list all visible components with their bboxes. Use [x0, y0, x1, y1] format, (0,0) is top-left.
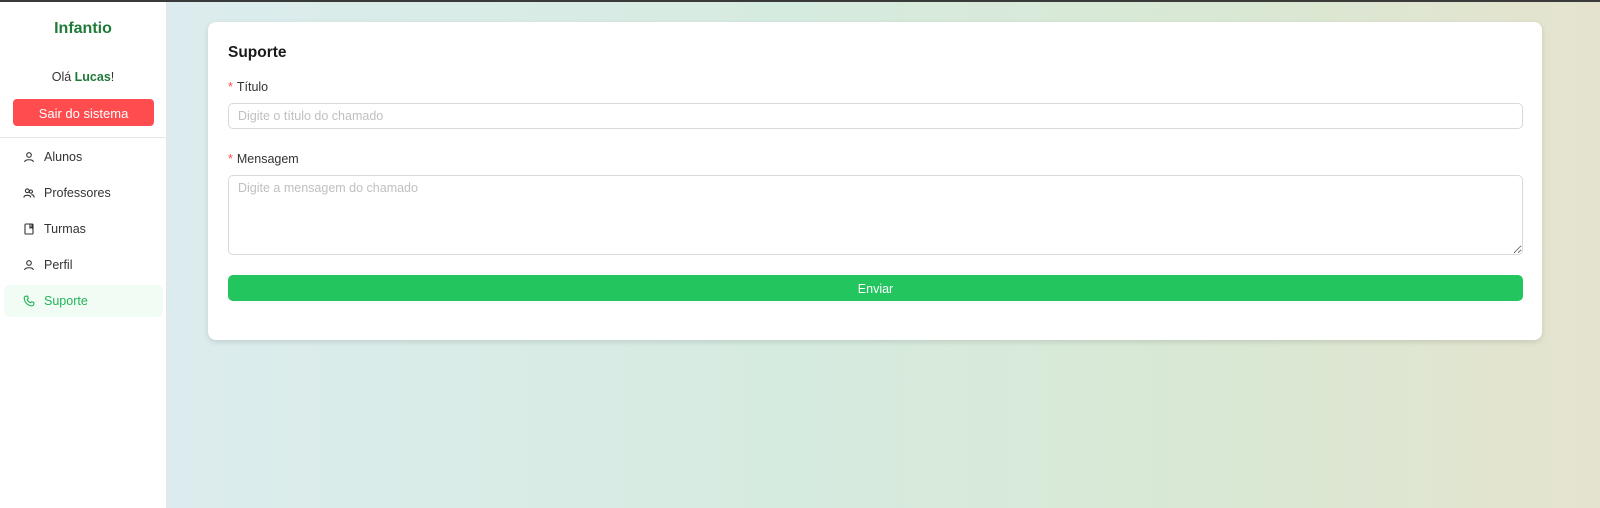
sidebar-item-label: Turmas: [44, 222, 86, 236]
sidebar-item-professores[interactable]: Professores: [4, 177, 163, 209]
user-greeting: Olá Lucas!: [0, 70, 166, 84]
support-form-card: Suporte *Título *Mensagem Enviar: [208, 22, 1542, 340]
sidebar-item-alunos[interactable]: Alunos: [4, 141, 163, 173]
sidebar-divider: [0, 137, 166, 138]
brand-logo: Infantio: [54, 20, 112, 37]
sidebar-item-perfil[interactable]: Perfil: [4, 249, 163, 281]
user-icon: [23, 151, 35, 163]
submit-button[interactable]: Enviar: [228, 275, 1523, 301]
sidebar-item-label: Suporte: [44, 294, 88, 308]
sidebar-nav: Alunos Professores Turmas Perfil Suporte: [4, 141, 163, 321]
user-icon: [23, 259, 35, 271]
sidebar-item-label: Perfil: [44, 258, 73, 272]
greeting-suffix: !: [110, 70, 115, 84]
book-icon: [23, 223, 35, 235]
window-top-border: [0, 0, 1600, 2]
title-input[interactable]: [228, 103, 1523, 129]
greeting-prefix: Olá: [51, 70, 75, 84]
phone-icon: [23, 295, 35, 307]
title-label-text: Título: [236, 80, 269, 94]
sidebar-item-label: Professores: [44, 186, 111, 200]
sidebar-item-suporte[interactable]: Suporte: [4, 285, 163, 317]
required-marker: *: [228, 80, 233, 94]
page-title: Suporte: [228, 44, 287, 61]
sidebar-item-label: Alunos: [44, 150, 83, 164]
sidebar-item-turmas[interactable]: Turmas: [4, 213, 163, 245]
main-content: Suporte *Título *Mensagem Enviar: [167, 2, 1600, 508]
users-icon: [23, 187, 35, 199]
sidebar: Infantio Olá Lucas! Sair do sistema Alun…: [0, 2, 167, 508]
message-label-text: Mensagem: [236, 152, 299, 166]
app-root: Infantio Olá Lucas! Sair do sistema Alun…: [0, 2, 1600, 508]
user-name: Lucas: [74, 70, 111, 84]
logout-button[interactable]: Sair do sistema: [13, 99, 154, 126]
required-marker: *: [228, 152, 233, 166]
message-field-label: * Mensagem: [228, 152, 299, 166]
message-textarea[interactable]: [228, 175, 1523, 255]
title-field-label: * Título: [228, 80, 268, 94]
